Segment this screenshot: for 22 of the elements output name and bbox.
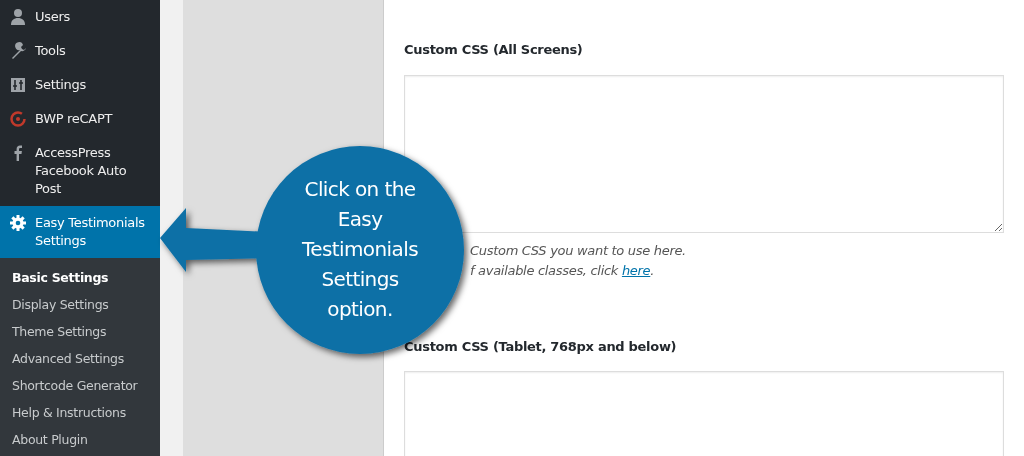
gear-icon [9, 214, 27, 232]
sidebar-item[interactable]: Easy Testimonials Settings [0, 206, 160, 258]
submenu-item[interactable]: Basic Settings [0, 264, 160, 291]
submenu-item[interactable]: Advanced Settings [0, 345, 160, 372]
field-label: Custom CSS (Tablet, 768px and below) [404, 337, 678, 356]
sliders-icon [9, 76, 27, 94]
sidebar-item[interactable]: AccessPress Facebook Auto Post [0, 136, 160, 206]
submenu-item[interactable]: Shortcode Generator [0, 372, 160, 399]
sidebar-item[interactable]: BWP reCAPT [0, 102, 160, 136]
sidebar-item[interactable]: Users [0, 0, 160, 34]
help-text: Custom CSS you want to use here. [470, 241, 687, 260]
sidebar-item[interactable]: Settings [0, 68, 160, 102]
submenu-item[interactable]: Help & Instructions [0, 399, 160, 426]
submenu-item[interactable]: About Plugin [0, 426, 160, 453]
sidebar-item[interactable]: Tools [0, 34, 160, 68]
field-label: Custom CSS (All Screens) [404, 41, 584, 59]
callout-text: Click on the Easy Testimonials Settings option. [301, 176, 419, 323]
help-text: f available classes, click here. [470, 261, 656, 280]
submenu-item[interactable]: Theme Settings [0, 318, 160, 345]
user-icon [9, 8, 27, 26]
recaptcha-icon [9, 110, 27, 128]
submenu-item[interactable]: Display Settings [0, 291, 160, 318]
